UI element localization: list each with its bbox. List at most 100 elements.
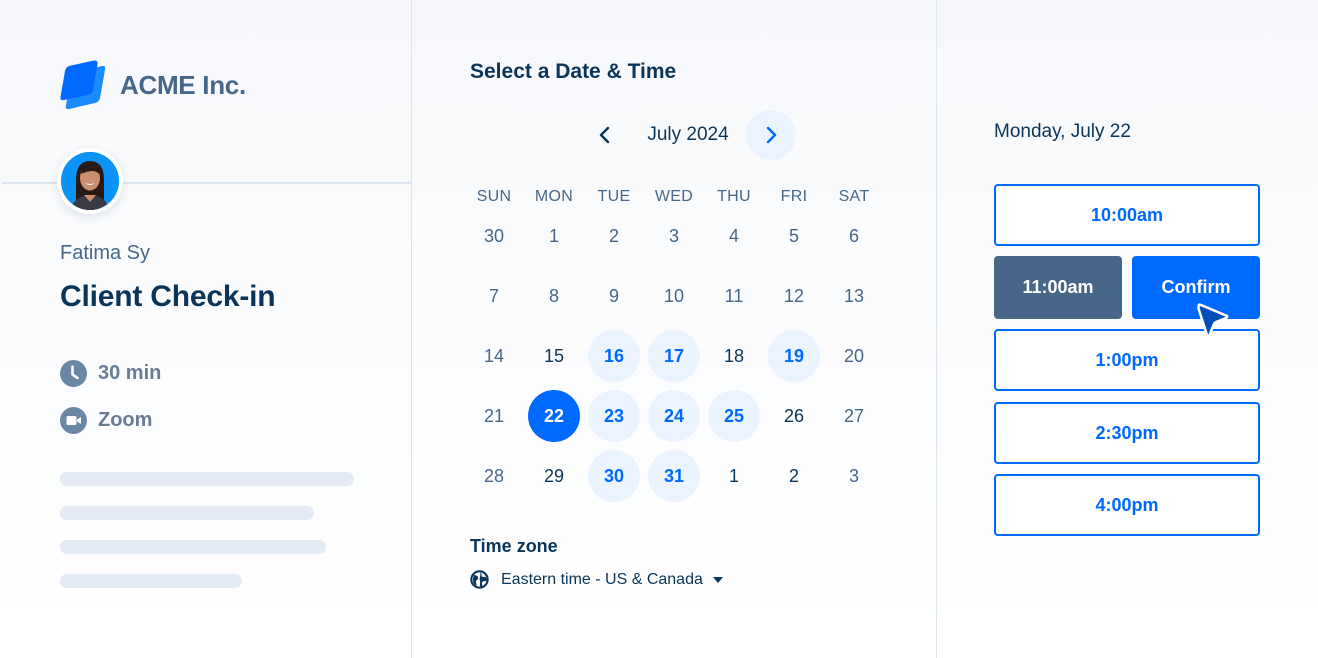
next-month-button[interactable] — [746, 110, 796, 160]
calendar-day: 11 — [724, 285, 744, 306]
mouse-pointer-icon — [1197, 303, 1229, 338]
calendar-cell: 1 — [524, 206, 584, 266]
calendar-day: 5 — [788, 225, 799, 246]
brand-logo: ACME Inc. — [60, 60, 246, 110]
calendar-day-available[interactable]: 19 — [768, 330, 820, 382]
calendar-cell: 21 — [464, 386, 524, 446]
calendar-day-available[interactable]: 16 — [588, 330, 640, 382]
placeholder-line — [60, 472, 354, 486]
calendar-day: 2 — [608, 225, 619, 246]
time-slot-button[interactable]: 2:30pm — [994, 402, 1260, 464]
globe-icon — [470, 570, 489, 589]
calendar-day: 8 — [548, 285, 559, 306]
calendar-cell: 23 — [584, 386, 644, 446]
calendar-cell: 25 — [704, 386, 764, 446]
location-label: Zoom — [98, 409, 153, 431]
calendar-day: 14 — [483, 345, 505, 366]
calendar-cell: 28 — [464, 446, 524, 506]
event-location: Zoom — [60, 407, 152, 434]
calendar-cell: 4 — [704, 206, 764, 266]
time-slot-button[interactable]: 10:00am — [994, 184, 1260, 246]
chevron-right-icon — [766, 126, 777, 144]
event-title: Client Check-in — [60, 280, 276, 313]
calendar-cell: 8 — [524, 266, 584, 326]
avatar-photo — [61, 152, 119, 210]
host-name: Fatima Sy — [60, 242, 151, 264]
timezone-value: Eastern time - US & Canada — [501, 570, 703, 588]
calendar-cell: 27 — [824, 386, 884, 446]
weekday-label: THU — [717, 188, 751, 205]
timezone-label: Time zone — [470, 536, 558, 556]
calendar-day: 3 — [668, 225, 679, 246]
time-slot-button[interactable]: 4:00pm — [994, 474, 1260, 536]
calendar-day: 28 — [483, 465, 505, 486]
calendar-day-available[interactable]: 24 — [648, 390, 700, 442]
calendar-cell: 12 — [764, 266, 824, 326]
calendar-cell: 17 — [644, 326, 704, 386]
previous-month-button[interactable] — [580, 110, 630, 160]
timezone-select[interactable]: Eastern time - US & Canada — [470, 570, 723, 589]
selected-date-label: Monday, July 22 — [994, 121, 1131, 142]
calendar-day: 1 — [728, 465, 739, 486]
calendar-day-available[interactable]: 17 — [648, 330, 700, 382]
calendar-cell: 7 — [464, 266, 524, 326]
weekday-label: WED — [654, 188, 694, 205]
calendar-cell: 24 — [644, 386, 704, 446]
calendar-day: 20 — [843, 345, 865, 366]
calendar-day: 15 — [543, 345, 565, 366]
brand-name: ACME Inc. — [120, 69, 246, 100]
weekday-label: SAT — [838, 188, 870, 205]
calendar-day: 6 — [848, 225, 859, 246]
calendar-day: 27 — [843, 405, 865, 426]
calendar-day: 10 — [663, 285, 685, 306]
video-camera-icon — [60, 407, 87, 434]
calendar-day-selected[interactable]: 22 — [528, 390, 580, 442]
selected-time-slot[interactable]: 11:00am — [994, 256, 1122, 319]
month-navigation: July 2024 — [580, 110, 796, 160]
calendar-day-available[interactable]: 25 — [708, 390, 760, 442]
section-title: Select a Date & Time — [470, 60, 677, 83]
calendar-day: 21 — [483, 405, 505, 426]
calendar-cell: 9 — [584, 266, 644, 326]
weekday-label: TUE — [597, 188, 631, 205]
calendar-body: 30 1 2 3 4 5 6 7 8 9 10 11 12 13 14 15 16 17 18 19 20 21 22 23 2… — [464, 206, 884, 506]
calendar-cell: 10 — [644, 266, 704, 326]
calendar-day: 4 — [728, 225, 739, 246]
calendar-cell: 1 — [704, 446, 764, 506]
calendar-day-available[interactable]: 23 — [588, 390, 640, 442]
calendar-cell: 11 — [704, 266, 764, 326]
weekday-header: SUN MON TUE WED THU FRI SAT — [464, 188, 884, 206]
calendar-week-row: 28 29 30 31 1 2 3 — [464, 446, 884, 506]
weekday-label: MON — [534, 188, 574, 205]
calendar-day: 2 — [788, 465, 799, 486]
calendar-day: 9 — [608, 285, 619, 306]
calendar-day: 12 — [783, 285, 805, 306]
clock-icon — [60, 360, 87, 387]
calendar-cell: 30 — [584, 446, 644, 506]
calendar-day: 18 — [723, 345, 745, 366]
placeholder-line — [60, 574, 242, 588]
calendar-day: 7 — [488, 285, 499, 306]
logo-icon — [60, 60, 106, 110]
calendar-day: 26 — [783, 405, 805, 426]
calendar-cell: 2 — [584, 206, 644, 266]
duration-label: 30 min — [98, 362, 162, 384]
calendar-week-row: 21 22 23 24 25 26 27 — [464, 386, 884, 446]
weekday-label: SUN — [476, 188, 512, 205]
calendar-week-row: 30 1 2 3 4 5 6 — [464, 206, 884, 266]
calendar-week-row: 14 15 16 17 18 19 20 — [464, 326, 884, 386]
chevron-left-icon — [599, 126, 610, 144]
calendar-day-available[interactable]: 30 — [588, 450, 640, 502]
calendar-week-row: 7 8 9 10 11 12 13 — [464, 266, 884, 326]
calendar-cell: 22 — [524, 386, 584, 446]
calendar-day-available[interactable]: 31 — [648, 450, 700, 502]
avatar — [57, 148, 123, 214]
event-details-panel: ACME Inc. Fatima Sy Client Check-in 30 m… — [0, 0, 411, 658]
caret-down-icon — [712, 576, 723, 583]
calendar-cell: 13 — [824, 266, 884, 326]
calendar-cell: 14 — [464, 326, 524, 386]
calendar-day: 29 — [543, 465, 565, 486]
calendar-grid: SUN MON TUE WED THU FRI SAT 30 1 2 3 4 5 6 7 8 9 1… — [464, 188, 884, 506]
calendar-day: 1 — [548, 225, 559, 246]
calendar-cell: 5 — [764, 206, 824, 266]
